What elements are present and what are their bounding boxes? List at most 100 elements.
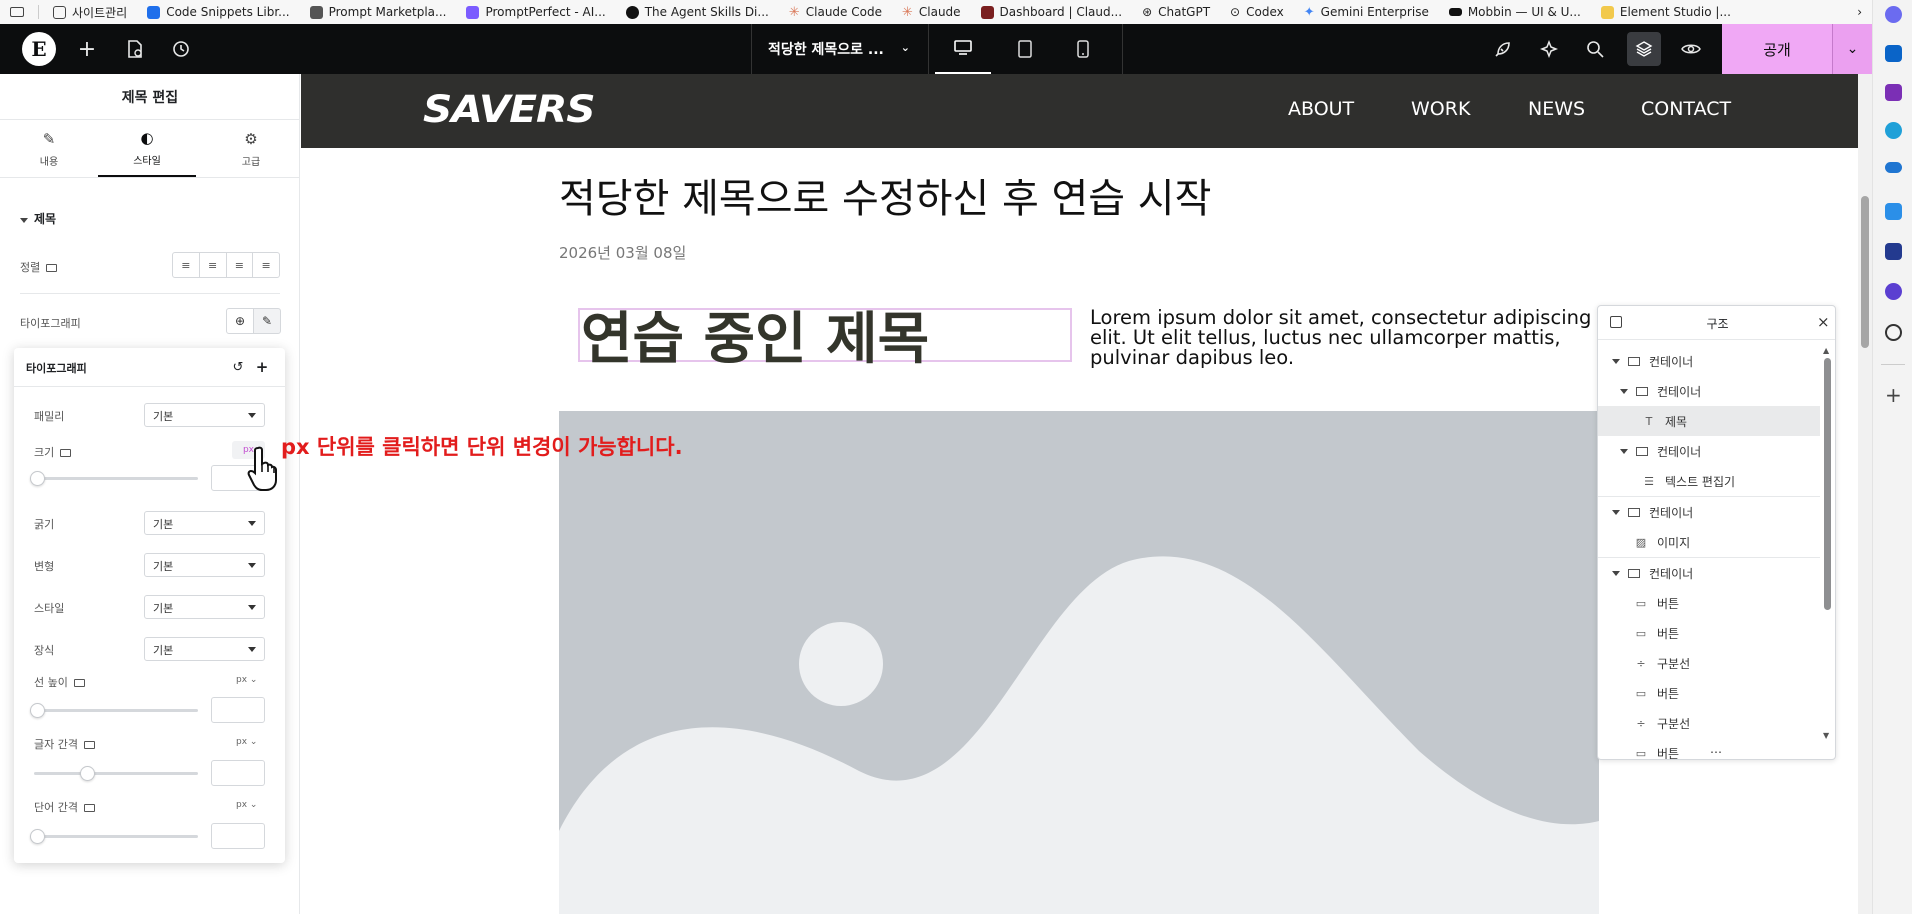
heading-widget[interactable]: 연습 중인 제목 <box>581 294 929 375</box>
slider-handle[interactable] <box>30 703 45 718</box>
navigator-item-button[interactable]: ▭ 버튼 <box>1598 618 1820 648</box>
structure-layers-icon[interactable] <box>1627 32 1661 66</box>
preview-eye-icon[interactable] <box>1676 24 1706 74</box>
image-placeholder[interactable] <box>559 411 1599 914</box>
tab-style[interactable]: ◐ 스타일 <box>98 120 196 178</box>
app-icon[interactable] <box>1885 283 1902 300</box>
bookmark-item[interactable]: ⊙ Codex <box>1220 0 1294 24</box>
bookmark-item[interactable]: Element Studio |... <box>1591 0 1741 24</box>
nav-link-work[interactable]: WORK <box>1411 98 1470 120</box>
bookmark-item[interactable]: ✦ Gemini Enterprise <box>1294 0 1439 24</box>
navigator-item-heading[interactable]: T 제목 <box>1598 406 1820 436</box>
bookmark-item[interactable]: Dashboard | Claud... <box>971 0 1133 24</box>
onedrive-icon[interactable] <box>1885 162 1902 173</box>
add-element-icon[interactable]: + <box>72 24 102 74</box>
mobile-device-icon[interactable] <box>1055 24 1111 74</box>
bookmark-item[interactable]: ✳ Claude Code <box>779 0 892 24</box>
slider-handle[interactable] <box>30 471 45 486</box>
letter-spacing-unit-dropdown[interactable]: px ⌄ <box>236 737 257 747</box>
document-title-dropdown[interactable]: 적당한 제목으로 ... ⌄ <box>751 24 929 74</box>
publish-button[interactable]: 공개 <box>1722 24 1832 74</box>
navigator-item-button[interactable]: ▭ 버튼 <box>1598 588 1820 618</box>
weight-select[interactable]: 기본 <box>144 511 265 535</box>
add-icon[interactable]: + <box>1885 383 1902 407</box>
slider-handle[interactable] <box>80 766 95 781</box>
scroll-down-icon[interactable]: ▼ <box>1823 731 1829 740</box>
navigator-item-button[interactable]: ▭ 버튼 <box>1598 738 1820 760</box>
desktop-device-icon[interactable] <box>935 24 991 74</box>
family-select[interactable]: 기본 <box>144 403 265 427</box>
align-justify-icon[interactable]: ≡ <box>253 253 279 277</box>
tab-advanced[interactable]: ⚙ 고급 <box>202 120 300 178</box>
scrollbar-thumb[interactable] <box>1861 196 1869 348</box>
navigator-item-container[interactable]: 컨테이너 <box>1598 558 1820 588</box>
transform-select[interactable]: 기본 <box>144 553 265 577</box>
align-left-icon[interactable]: ≡ <box>173 253 200 277</box>
bookmark-item[interactable]: PromptPerfect - AI... <box>456 0 615 24</box>
ai-sparkle-icon[interactable] <box>1534 24 1564 74</box>
bookmark-item[interactable]: Code Snippets Libr... <box>137 0 299 24</box>
search-icon[interactable] <box>1580 24 1610 74</box>
scroll-up-icon[interactable]: ▲ <box>1823 346 1829 355</box>
navigator-item-container[interactable]: 컨테이너 <box>1598 436 1820 466</box>
word-spacing-input[interactable] <box>211 823 265 849</box>
site-logo[interactable]: SAVERS <box>423 88 596 131</box>
tablet-device-icon[interactable] <box>997 24 1053 74</box>
power-automate-icon[interactable] <box>1885 203 1902 220</box>
size-slider[interactable] <box>30 471 198 486</box>
add-icon[interactable]: + <box>252 357 272 377</box>
app-icon[interactable] <box>1885 243 1902 260</box>
navigator-item-text-editor[interactable]: ☰ 텍스트 편집기 <box>1598 466 1820 496</box>
outlook-icon[interactable] <box>1885 45 1902 62</box>
resize-handle-icon[interactable]: ⋯ <box>1710 745 1722 759</box>
openai-icon[interactable] <box>1885 324 1902 341</box>
onenote-icon[interactable] <box>1885 84 1902 101</box>
bookmark-item[interactable]: ✳ Claude <box>892 0 971 24</box>
text-editor-widget[interactable]: Lorem ipsum dolor sit amet, consectetur … <box>1090 308 1600 368</box>
navigator-item-divider[interactable]: ÷ 구분선 <box>1598 648 1820 678</box>
elementor-logo-icon[interactable]: E <box>22 32 56 66</box>
tab-list-icon[interactable] <box>0 0 34 24</box>
navigator-scrollbar[interactable] <box>1824 358 1831 610</box>
rocket-icon[interactable] <box>1488 24 1518 74</box>
global-icon[interactable]: ⊕ <box>226 308 254 334</box>
letter-spacing-input[interactable] <box>211 760 265 786</box>
decoration-select[interactable]: 기본 <box>144 637 265 661</box>
navigator-item-container[interactable]: 컨테이너 <box>1598 376 1820 406</box>
page-settings-icon[interactable] <box>120 24 150 74</box>
style-select[interactable]: 기본 <box>144 595 265 619</box>
history-icon[interactable] <box>166 24 196 74</box>
word-spacing-slider[interactable] <box>30 829 198 844</box>
section-toggle-title[interactable]: 제목 <box>20 210 56 227</box>
nav-link-news[interactable]: NEWS <box>1528 98 1585 120</box>
nav-link-about[interactable]: ABOUT <box>1288 98 1354 120</box>
navigator-item-divider[interactable]: ÷ 구분선 <box>1598 708 1820 738</box>
align-center-icon[interactable]: ≡ <box>200 253 227 277</box>
bookmark-item[interactable]: ⊛ ChatGPT <box>1132 0 1220 24</box>
edit-pencil-icon[interactable]: ✎ <box>253 308 281 334</box>
navigator-item-container[interactable]: 컨테이너 <box>1598 497 1820 527</box>
canvas-scrollbar[interactable] <box>1858 74 1872 914</box>
copilot-icon[interactable] <box>1885 6 1902 23</box>
post-title[interactable]: 적당한 제목으로 수정하신 후 연습 시작 <box>559 166 1211 224</box>
bookmark-item[interactable]: 사이트관리 <box>43 0 137 24</box>
navigator-item-container[interactable]: 컨테이너 <box>1598 346 1820 376</box>
align-right-icon[interactable]: ≡ <box>227 253 254 277</box>
tab-content[interactable]: ✎ 내용 <box>0 120 98 178</box>
reset-icon[interactable]: ↺ <box>228 357 248 377</box>
line-height-unit-dropdown[interactable]: px ⌄ <box>236 675 257 685</box>
word-spacing-unit-dropdown[interactable]: px ⌄ <box>236 800 257 810</box>
chevron-right-icon[interactable]: › <box>1847 0 1872 24</box>
navigator-item-button[interactable]: ▭ 버튼 <box>1598 678 1820 708</box>
publish-options-chevron-icon[interactable]: ⌄ <box>1832 24 1872 74</box>
bookmark-item[interactable]: Prompt Marketpla... <box>300 0 457 24</box>
line-height-slider[interactable] <box>30 703 198 718</box>
slider-handle[interactable] <box>30 829 45 844</box>
close-icon[interactable]: × <box>1817 313 1830 331</box>
line-height-input[interactable] <box>211 697 265 723</box>
bookmark-item[interactable]: The Agent Skills Di... <box>616 0 779 24</box>
bookmark-item[interactable]: Mobbin — UI & U... <box>1439 0 1591 24</box>
edge-icon[interactable] <box>1885 122 1902 139</box>
nav-link-contact[interactable]: CONTACT <box>1641 98 1731 120</box>
navigator-item-image[interactable]: ▨ 이미지 <box>1598 527 1820 557</box>
